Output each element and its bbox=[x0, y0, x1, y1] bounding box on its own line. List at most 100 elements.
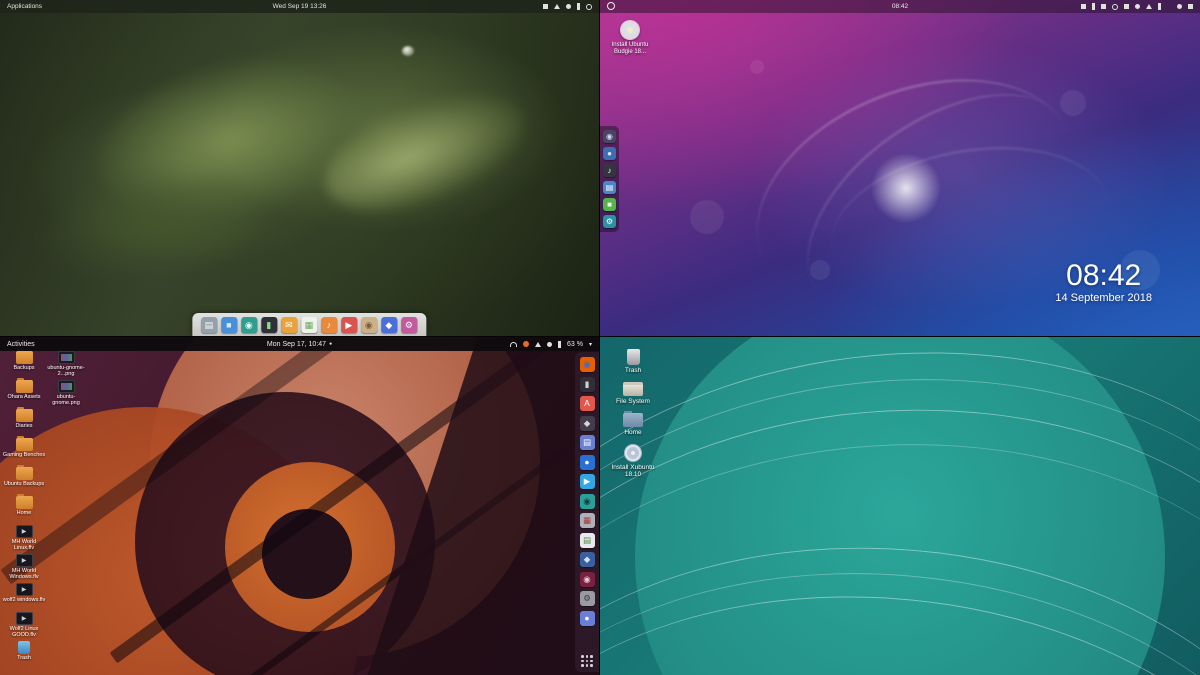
budgie-logo-icon bbox=[607, 2, 615, 10]
settings-icon[interactable]: ⚙ bbox=[580, 591, 595, 606]
item-icon bbox=[623, 413, 643, 427]
budgie-menu-button[interactable] bbox=[600, 2, 615, 12]
video-wolf2-linux-good[interactable]: Wolf2 Linux GOOD.flv bbox=[2, 612, 46, 641]
gnome-system-tray[interactable]: 63 % ▾ bbox=[510, 341, 599, 348]
app-glyph: ▮ bbox=[266, 317, 271, 333]
notes-icon[interactable]: ▤ bbox=[580, 435, 595, 450]
item-label: Backups bbox=[2, 365, 46, 371]
photos-icon[interactable]: ◉ bbox=[361, 317, 377, 333]
volume-icon[interactable] bbox=[1146, 4, 1152, 9]
terminal-icon[interactable]: ▮ bbox=[261, 317, 277, 333]
app-glyph: ◆ bbox=[584, 416, 591, 431]
phone-icon[interactable] bbox=[1112, 4, 1118, 10]
calendar-icon[interactable]: ▦ bbox=[301, 317, 317, 333]
video-editor-icon[interactable]: A bbox=[580, 396, 595, 411]
notifications-icon[interactable] bbox=[1177, 4, 1182, 9]
terminal-icon[interactable]: ▮ bbox=[580, 377, 595, 392]
av-recorder-icon[interactable]: ▦ bbox=[580, 513, 595, 528]
discord-icon[interactable]: ● bbox=[580, 611, 595, 626]
tools-icon[interactable]: ⚙ bbox=[401, 317, 417, 333]
battery-icon[interactable] bbox=[1158, 3, 1161, 10]
video-mh-world-linux[interactable]: MH World Linux.flv bbox=[2, 525, 46, 554]
software-icon[interactable]: ■ bbox=[603, 198, 616, 211]
chevron-down-icon: ▾ bbox=[589, 341, 592, 348]
video-wolf2-windows[interactable]: wolf2 windows.flv bbox=[2, 583, 46, 612]
mate-top-panel: Applications Wed Sep 19 13:26 bbox=[0, 0, 599, 13]
settings-icon[interactable]: ⚙ bbox=[603, 215, 616, 228]
mate-dock: ▤ ■ ◉ ▮ ✉ ▦ bbox=[192, 313, 426, 336]
install-ubuntu-budgie-icon[interactable]: Install Ubuntu Budgie 18... bbox=[608, 20, 652, 56]
pencil-icon[interactable] bbox=[1092, 3, 1095, 10]
panel-clock[interactable]: Wed Sep 19 13:26 bbox=[0, 3, 599, 10]
desktop-icon-column: Backups Ohara Assets Diaries Gaming Benc… bbox=[2, 351, 46, 670]
item-icon bbox=[16, 496, 33, 509]
item-icon bbox=[16, 380, 33, 393]
show-apps-button[interactable] bbox=[581, 655, 593, 667]
libreoffice-icon[interactable]: ▤ bbox=[580, 533, 595, 548]
item-label: Home bbox=[606, 429, 660, 436]
camera-icon[interactable]: ◉ bbox=[580, 494, 595, 509]
item-icon bbox=[16, 467, 33, 480]
app-glyph: ■ bbox=[226, 317, 231, 333]
software-icon[interactable]: ■ bbox=[221, 317, 237, 333]
activities-button[interactable]: Activities bbox=[0, 341, 35, 348]
volume-icon[interactable] bbox=[566, 4, 571, 9]
applications-menu[interactable]: Applications bbox=[0, 3, 42, 10]
image-ubuntu-gnome-2[interactable]: ubuntu-gnome-2...png bbox=[46, 351, 86, 377]
mail-icon[interactable]: ✉ bbox=[281, 317, 297, 333]
video-mh-world-windows[interactable]: MH World Windows.flv bbox=[2, 554, 46, 583]
item-label: MH World Windows.flv bbox=[2, 568, 46, 580]
app-glyph: ⚙ bbox=[405, 317, 413, 333]
power-icon[interactable] bbox=[586, 4, 592, 10]
files-icon[interactable]: ● bbox=[603, 147, 616, 160]
item-label: ubuntu-gnome-2...png bbox=[46, 365, 86, 377]
trash-icon[interactable]: Trash bbox=[606, 349, 660, 374]
folder-backups[interactable]: Backups bbox=[2, 351, 46, 380]
file-system-icon[interactable]: File System bbox=[606, 382, 660, 405]
bokeh-dot bbox=[810, 260, 830, 280]
media-player-icon[interactable]: ◉ bbox=[580, 572, 595, 587]
media-icon[interactable]: ◆ bbox=[381, 317, 397, 333]
power-icon[interactable] bbox=[1188, 4, 1193, 9]
mate-desktop: Applications Wed Sep 19 13:26 ▤ ■ ◉ bbox=[0, 0, 600, 337]
videos-icon[interactable]: ▶ bbox=[341, 317, 357, 333]
folder-gaming-benches[interactable]: Gaming Benches bbox=[2, 438, 46, 467]
wifi-icon bbox=[535, 342, 541, 347]
install-xubuntu-icon[interactable]: Install Xubuntu 18.10 bbox=[606, 444, 660, 478]
home-icon[interactable]: Home bbox=[606, 413, 660, 436]
app-glyph: ▮ bbox=[585, 377, 590, 392]
item-icon bbox=[16, 351, 33, 364]
browser-icon[interactable]: ◉ bbox=[241, 317, 257, 333]
folder-diaries[interactable]: Diaries bbox=[2, 409, 46, 438]
budgie-top-panel: 08:42 bbox=[600, 0, 1200, 13]
bokeh-dot bbox=[1060, 90, 1086, 116]
folder-home[interactable]: Home bbox=[2, 496, 46, 525]
item-label: Ubuntu Backups bbox=[2, 481, 46, 487]
input-indicator-icon[interactable] bbox=[543, 4, 548, 9]
clipboard-icon[interactable] bbox=[1081, 4, 1086, 9]
files-icon[interactable]: ▤ bbox=[201, 317, 217, 333]
window-icon[interactable] bbox=[1124, 4, 1129, 9]
browser-icon[interactable]: ◉ bbox=[603, 130, 616, 143]
people-icon[interactable] bbox=[1135, 4, 1140, 9]
folder-ohara-assets[interactable]: Ohara Assets bbox=[2, 380, 46, 409]
firefox-icon[interactable]: ◉ bbox=[580, 357, 595, 372]
item-label: Trash bbox=[606, 367, 660, 374]
microphone-icon[interactable]: ◆ bbox=[580, 416, 595, 431]
folder-ubuntu-backups[interactable]: Ubuntu Backups bbox=[2, 467, 46, 496]
network-icon[interactable] bbox=[554, 4, 560, 9]
text-editor-icon[interactable]: ▤ bbox=[603, 181, 616, 194]
trash-icon[interactable]: Trash bbox=[2, 641, 46, 670]
music-icon[interactable]: ♪ bbox=[603, 164, 616, 177]
app-glyph: ◉ bbox=[583, 494, 590, 509]
messenger-icon[interactable]: ● bbox=[580, 455, 595, 470]
installer-cd-icon bbox=[620, 20, 640, 40]
music-icon[interactable]: ♪ bbox=[321, 317, 337, 333]
boxes-icon[interactable]: ◆ bbox=[580, 552, 595, 567]
gnome-dash-dock: ◉ ▮ A ◆ ▤ bbox=[575, 352, 599, 672]
telegram-icon[interactable]: ▶ bbox=[580, 474, 595, 489]
image-ubuntu-gnome[interactable]: ubuntu-gnome.png bbox=[46, 380, 86, 406]
spacer[interactable] bbox=[1167, 4, 1171, 9]
battery-icon[interactable] bbox=[577, 3, 580, 10]
menu-lines-icon[interactable] bbox=[1101, 4, 1106, 9]
